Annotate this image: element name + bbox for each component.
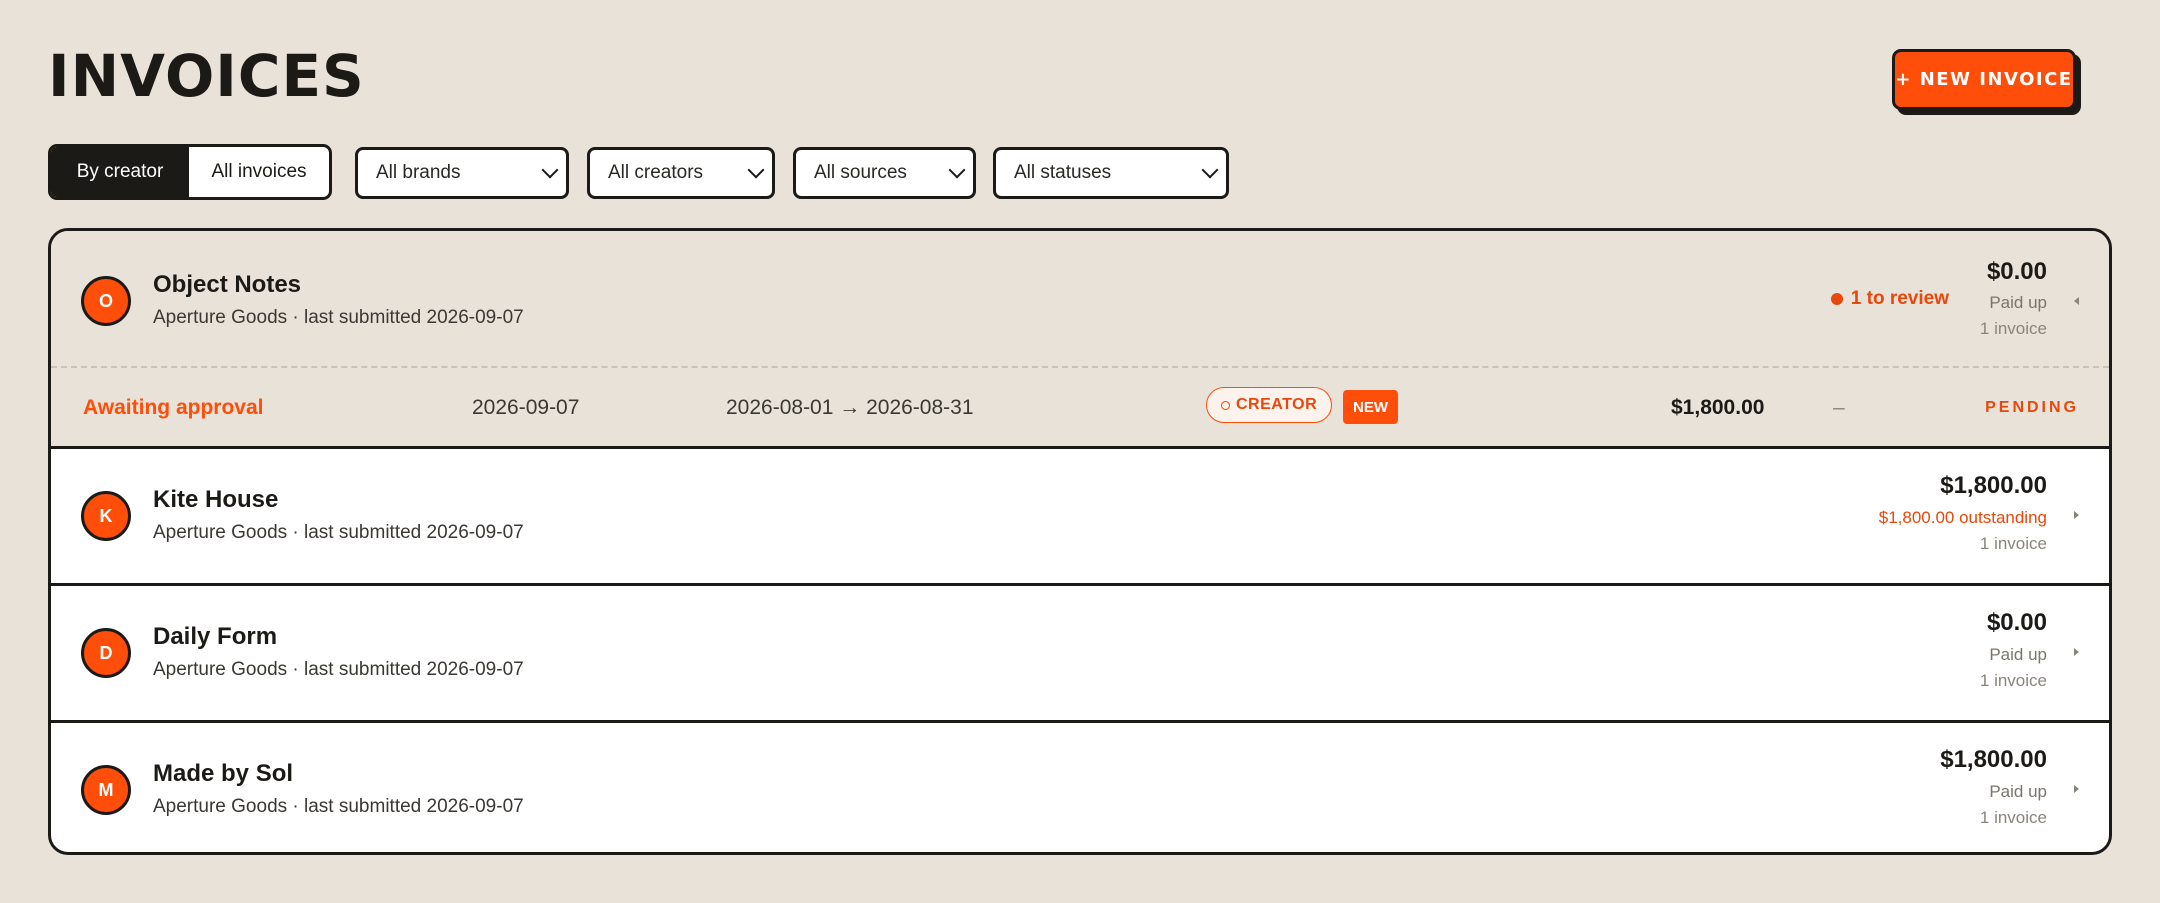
creator-list: O Object Notes Aperture Goods · last sub… — [48, 228, 2112, 855]
alert-dot-icon — [1830, 293, 1843, 305]
collapse-arrow-icon[interactable] — [2074, 297, 2079, 305]
chevron-down-icon — [948, 161, 966, 179]
expand-arrow-icon[interactable] — [2074, 648, 2079, 656]
invoice-submitted-date: 2026-09-07 — [472, 396, 580, 419]
creators-select-value: All creators — [608, 162, 704, 183]
avatar: D — [81, 628, 131, 678]
creator-name: Made by Sol — [153, 760, 294, 787]
creator-total: $0.00 — [1986, 609, 2047, 636]
creator-row[interactable]: D Daily Form Aperture Goods · last submi… — [51, 586, 2109, 720]
toggle-all-invoices[interactable]: All invoices — [189, 147, 329, 197]
invoice-paid: – — [1833, 396, 1845, 419]
brands-select[interactable]: All brands — [355, 147, 569, 199]
invoice-count: 1 invoice — [1979, 534, 2047, 553]
creator-name: Object Notes — [153, 271, 302, 298]
creator-row[interactable]: K Kite House Aperture Goods · last submi… — [51, 449, 2109, 583]
creator-meta: Aperture Goods · last submitted 2026-09-… — [153, 796, 524, 817]
review-count: 1 to review — [1850, 288, 1949, 309]
invoice-period: 2026-08-01 → 2026-08-31 — [726, 396, 974, 419]
new-invoice-button[interactable]: + NEW INVOICE — [1892, 49, 2076, 110]
invoice-count: 1 invoice — [1979, 808, 2047, 827]
creator-name: Kite House — [153, 486, 279, 513]
creator-row[interactable]: M Made by Sol Aperture Goods · last subm… — [51, 723, 2109, 852]
creator-status: Paid up — [1989, 645, 2047, 664]
review-indicator[interactable]: 1 to review — [1830, 288, 1949, 310]
chevron-down-icon — [747, 161, 765, 179]
expand-arrow-icon[interactable] — [2074, 785, 2079, 793]
brands-select-value: All brands — [376, 162, 461, 183]
creator-circle-icon — [1221, 400, 1230, 410]
creator-meta: Aperture Goods · last submitted 2026-09-… — [153, 307, 524, 328]
creators-select[interactable]: All creators — [587, 147, 775, 199]
invoice-state: Awaiting approval — [83, 396, 264, 419]
creator-status: Paid up — [1989, 293, 2047, 312]
avatar: M — [81, 765, 131, 815]
invoice-status-badge: PENDING — [1985, 399, 2079, 416]
source-badge: CREATOR — [1206, 387, 1333, 423]
invoice-count: 1 invoice — [1979, 319, 2047, 338]
chevron-down-icon — [541, 161, 559, 179]
creator-total: $1,800.00 — [1940, 746, 2047, 773]
page-title: INVOICES — [48, 42, 365, 110]
creator-meta: Aperture Goods · last submitted 2026-09-… — [153, 522, 524, 543]
creator-row[interactable]: O Object Notes Aperture Goods · last sub… — [51, 231, 2109, 446]
creator-meta: Aperture Goods · last submitted 2026-09-… — [153, 659, 524, 680]
source-badge-label: CREATOR — [1236, 396, 1318, 413]
divider — [51, 366, 2109, 368]
creator-name: Daily Form — [153, 623, 278, 650]
sources-select[interactable]: All sources — [793, 147, 976, 199]
creator-status: Paid up — [1989, 782, 2047, 801]
statuses-select[interactable]: All statuses — [993, 147, 1229, 199]
toggle-by-creator[interactable]: By creator — [51, 147, 189, 197]
expand-arrow-icon[interactable] — [2074, 511, 2079, 519]
new-badge: NEW — [1343, 390, 1398, 424]
creator-status: $1,800.00 outstanding — [1878, 508, 2047, 527]
statuses-select-value: All statuses — [1014, 162, 1112, 183]
avatar: K — [81, 491, 131, 541]
invoice-amount: $1,800.00 — [1671, 396, 1765, 419]
chevron-down-icon — [1201, 161, 1219, 179]
avatar: O — [81, 276, 131, 326]
sources-select-value: All sources — [814, 162, 907, 183]
creator-total: $0.00 — [1986, 258, 2047, 285]
invoice-count: 1 invoice — [1979, 671, 2047, 690]
creator-total: $1,800.00 — [1940, 472, 2047, 499]
view-toggle: By creator All invoices — [48, 144, 332, 200]
